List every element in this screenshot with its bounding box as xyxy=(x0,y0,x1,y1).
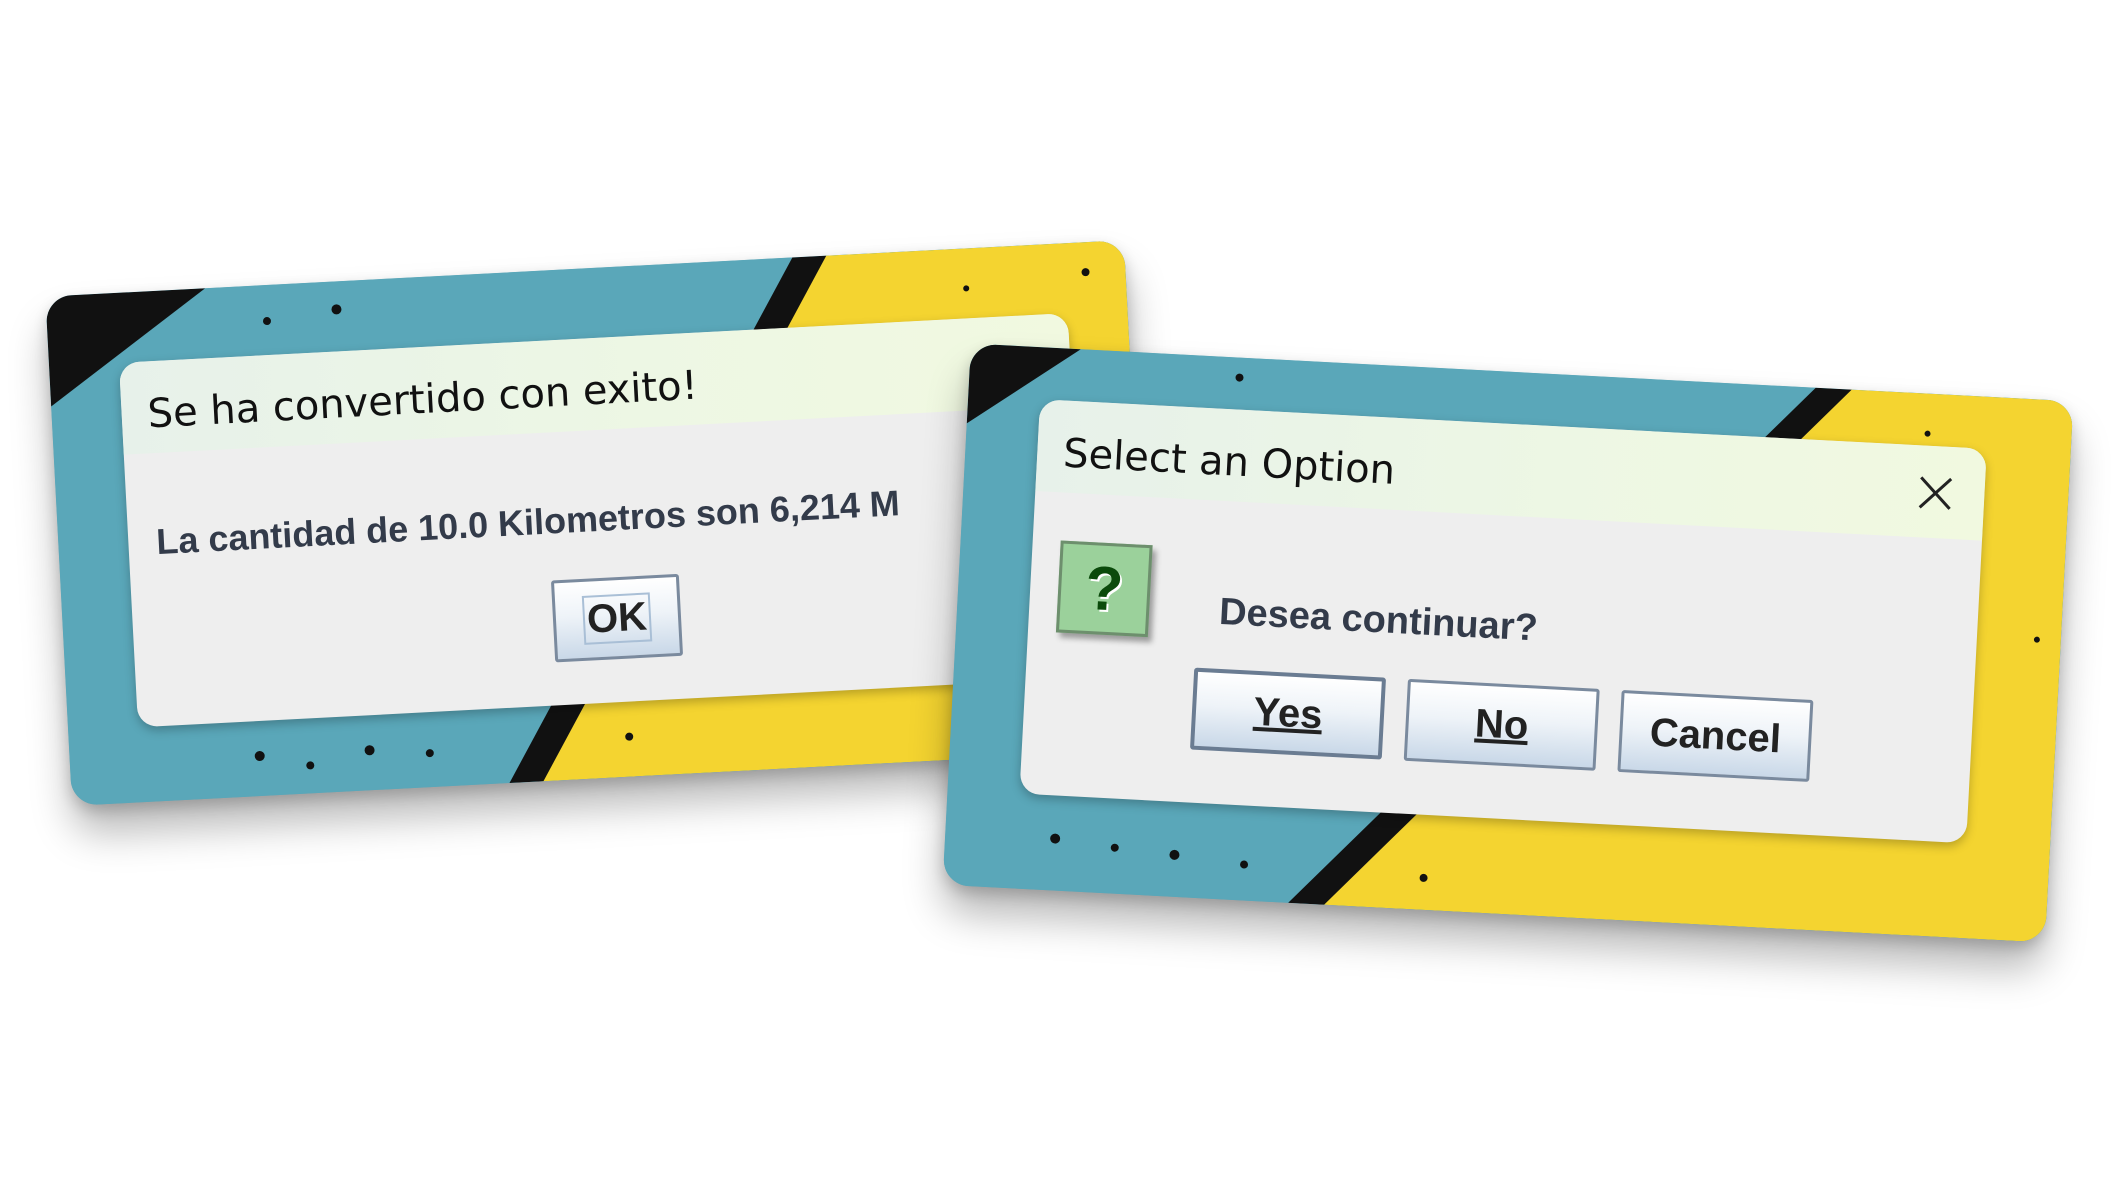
dialog-title: Select an Option xyxy=(1062,430,1397,494)
option-dialog: Select an Option ? Desea continuar? Yes … xyxy=(1019,399,1987,844)
question-icon-glyph: ? xyxy=(1083,553,1125,625)
cancel-button[interactable]: Cancel xyxy=(1617,690,1814,782)
close-icon[interactable] xyxy=(1915,473,1955,513)
dialog-message: Desea continuar? xyxy=(1218,590,1539,650)
option-dialog-screenshot: Select an Option ? Desea continuar? Yes … xyxy=(942,343,2074,943)
no-button-label: No xyxy=(1473,700,1530,748)
dialog-message: La cantidad de 10.0 Kilometros son 6,214… xyxy=(155,482,901,563)
dialog-title: Se ha convertido con exito! xyxy=(146,362,699,438)
question-icon: ? xyxy=(1055,540,1153,638)
no-button[interactable]: No xyxy=(1403,678,1600,771)
ok-button[interactable]: OK xyxy=(550,573,684,663)
ok-button-label: OK xyxy=(581,591,653,645)
yes-button[interactable]: Yes xyxy=(1189,667,1387,760)
cancel-button-label: Cancel xyxy=(1648,710,1783,761)
yes-button-label: Yes xyxy=(1252,689,1324,737)
message-dialog: Se ha convertido con exito! La cantidad … xyxy=(118,313,1087,728)
